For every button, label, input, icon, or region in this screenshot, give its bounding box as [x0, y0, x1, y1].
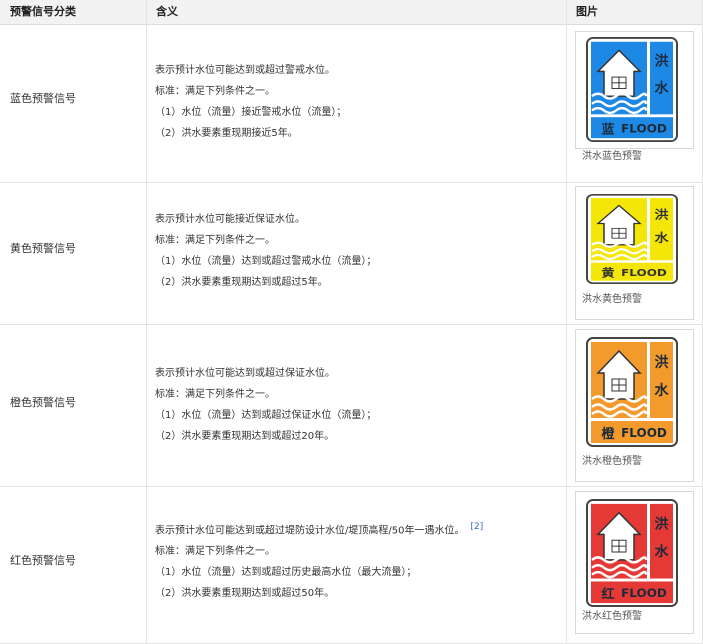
category-cell: 黄色预警信号 [10, 242, 76, 255]
meaning-line: （1）水位（流量）达到或超过警戒水位（流量）； [155, 256, 377, 267]
meaning-line: 表示预计水位可能达到或超过警戒水位。 [155, 65, 335, 76]
category-cell: 橙色预警信号 [10, 396, 76, 409]
meaning-line: 标准：满足下列条件之一。 [155, 389, 275, 400]
svg-text:红: 红 [601, 586, 614, 602]
header-image: 图片 [576, 5, 598, 18]
category-cell: 红色预警信号 [10, 554, 76, 567]
flood-warning-sign-icon: 洪水红 FLOOD [586, 499, 678, 607]
image-caption: 洪水红色预警 [582, 611, 642, 622]
row-divider [0, 324, 703, 325]
meaning-cell: 表示预计水位可能达到或超过警戒水位。 标准：满足下列条件之一。 （1）水位（流量）接… [155, 60, 346, 144]
svg-text:蓝: 蓝 [602, 122, 615, 137]
svg-text:黄: 黄 [602, 267, 615, 280]
meaning-line: （2）洪水要素重现期达到或超过5年。 [155, 277, 328, 288]
svg-text:FLOOD: FLOOD [621, 267, 667, 279]
meaning-line: 标准：满足下列条件之一。 [155, 546, 275, 558]
svg-text:洪: 洪 [655, 208, 669, 222]
reference-link[interactable]: [2] [470, 522, 483, 532]
flood-warning-sign-icon: 洪水黄 FLOOD [586, 194, 678, 284]
flood-warning-sign-icon: 洪水蓝 FLOOD [586, 37, 678, 142]
meaning-line: （2）洪水要素重现期达到或超过20年。 [155, 431, 335, 442]
meaning-cell: 表示预计水位可能达到或超过堤防设计水位/堤顶高程/50年一遇水位。 [2] 标准：满… [155, 517, 483, 604]
svg-text:洪: 洪 [655, 354, 669, 371]
svg-text:水: 水 [655, 543, 669, 560]
svg-text:洪: 洪 [655, 516, 669, 533]
svg-text:FLOOD: FLOOD [621, 122, 667, 136]
svg-text:水: 水 [655, 231, 669, 245]
header-meaning: 含义 [156, 5, 178, 18]
meaning-line: （1）水位（流量）达到或超过保证水位（流量）； [155, 410, 377, 421]
svg-text:FLOOD: FLOOD [621, 586, 667, 600]
meaning-line: （1）水位（流量）接近警戒水位（流量）； [155, 107, 347, 118]
column-divider [566, 0, 567, 644]
image-caption: 洪水橙色预警 [582, 456, 642, 467]
row-divider [0, 182, 703, 183]
svg-text:洪: 洪 [655, 53, 669, 70]
meaning-line: 表示预计水位可能达到或超过堤防设计水位/堤顶高程/50年一遇水位。 [2] [155, 522, 484, 537]
svg-text:水: 水 [655, 382, 670, 399]
flood-warning-sign-icon: 洪水橙 FLOOD [586, 337, 678, 447]
column-divider [146, 0, 147, 644]
meaning-cell: 表示预计水位可能达到或超过保证水位。 标准：满足下列条件之一。 （1）水位（流量）达… [155, 363, 376, 447]
svg-text:橙: 橙 [601, 426, 615, 442]
meaning-line: 表示预计水位可能达到或超过保证水位。 [155, 368, 335, 379]
meaning-line: 标准：满足下列条件之一。 [155, 86, 275, 97]
meaning-line: 标准：满足下列条件之一。 [155, 235, 275, 246]
image-caption: 洪水黄色预警 [582, 294, 642, 305]
meaning-line: 表示预计水位可能接近保证水位。 [155, 214, 305, 225]
row-divider [0, 486, 703, 487]
meaning-line: （2）洪水要素重现期接近5年。 [155, 128, 298, 139]
meaning-line: （2）洪水要素重现期达到或超过50年。 [155, 588, 335, 600]
svg-text:FLOOD: FLOOD [621, 426, 667, 440]
image-caption: 洪水蓝色预警 [582, 151, 642, 162]
svg-text:水: 水 [655, 80, 669, 97]
meaning-line: （1）水位（流量）达到或超过历史最高水位（最大流量）； [155, 567, 417, 579]
header-category: 预警信号分类 [10, 5, 76, 18]
meaning-cell: 表示预计水位可能接近保证水位。 标准：满足下列条件之一。 （1）水位（流量）达到或超… [155, 209, 376, 293]
category-cell: 蓝色预警信号 [10, 92, 76, 105]
